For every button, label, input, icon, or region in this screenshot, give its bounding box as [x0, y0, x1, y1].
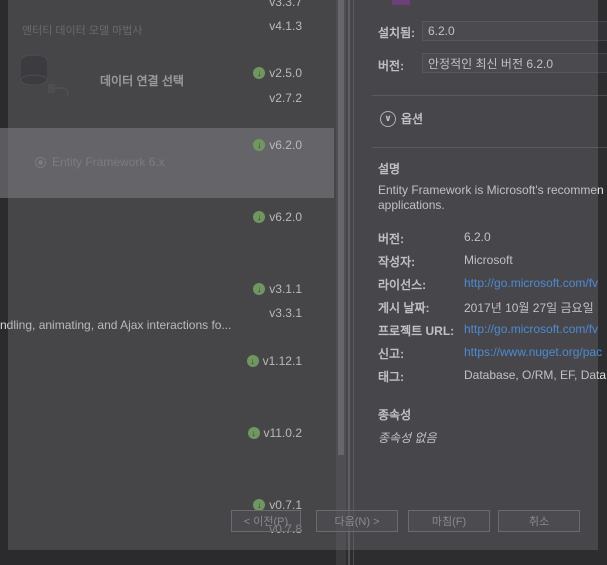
meta-tags-value: Database, O/RM, EF, Data,	[464, 368, 607, 382]
version-text: v3.3.1	[269, 306, 302, 320]
installed-version-field: 6.2.0	[422, 21, 607, 41]
divider	[353, 0, 354, 565]
download-icon: ↓	[247, 427, 260, 439]
chevron-down-icon: ∨	[380, 110, 396, 127]
meta-version-label: 버전:	[378, 232, 405, 246]
package-version-row[interactable]: v2.7.2	[0, 91, 302, 107]
meta-author-label: 작성자:	[378, 255, 416, 269]
options-label: 옵션	[401, 112, 424, 126]
description-line: Entity Framework is Microsoft's recommen	[378, 183, 604, 197]
meta-author-value: Microsoft	[464, 253, 513, 267]
options-expander[interactable]: ∨ 옵션	[380, 110, 423, 127]
version-text: v6.2.0	[269, 210, 302, 224]
report-link[interactable]: https://www.nuget.org/pac	[464, 345, 602, 359]
version-text: v4.1.3	[269, 19, 302, 33]
description-line: applications.	[378, 198, 445, 212]
meta-report-label: 신고:	[378, 347, 405, 361]
scrollbar-thumb[interactable]	[338, 0, 344, 455]
version-label: 버전:	[378, 59, 405, 73]
package-version-row[interactable]: ↓ v6.2.0	[0, 138, 302, 154]
package-version-row[interactable]: ↓ v0.7.1	[0, 498, 302, 514]
package-version-row[interactable]: ↓ v2.5.0	[0, 66, 302, 82]
download-icon: ↓	[246, 355, 259, 367]
project-url-link[interactable]: http://go.microsoft.com/fv	[464, 322, 598, 336]
package-description: ndling, animating, and Ajax interactions…	[0, 318, 232, 332]
meta-tags-label: 태그:	[378, 370, 405, 384]
package-version-row[interactable]: ↓ v1.12.1	[0, 354, 302, 370]
package-version-row[interactable]: ↓ v11.0.2	[0, 426, 302, 442]
package-version-row[interactable]: ↓ v3.1.1	[0, 282, 302, 298]
package-version-row[interactable]: v4.1.3	[0, 19, 302, 35]
download-icon: ↓	[253, 67, 266, 79]
meta-project-label: 프로젝트 URL:	[378, 324, 455, 338]
license-link[interactable]: http://go.microsoft.com/fv	[464, 276, 598, 290]
package-version-row[interactable]: v3.3.7	[0, 0, 302, 11]
installed-label: 설치됨:	[378, 26, 416, 40]
version-text: v6.2.0	[269, 138, 302, 152]
download-icon: ↓	[253, 499, 266, 511]
version-text: v1.12.1	[262, 354, 302, 368]
package-version-row[interactable]: ↓ v6.2.0	[0, 210, 302, 226]
dependencies-title: 종속성	[378, 408, 412, 422]
description-text: Entity Framework is Microsoft's recommen…	[378, 183, 607, 213]
version-text: v0.7.1	[269, 498, 302, 512]
download-icon: ↓	[253, 283, 266, 295]
version-text: v3.1.1	[269, 282, 302, 296]
meta-license-label: 라이선스:	[378, 278, 427, 292]
download-icon: ↓	[253, 139, 266, 151]
package-icon	[392, 0, 410, 5]
dependencies-none: 종속성 없음	[378, 431, 437, 445]
version-text: v3.3.7	[269, 0, 302, 9]
description-title: 설명	[378, 162, 401, 176]
divider	[372, 95, 607, 96]
version-text: v11.0.2	[263, 426, 302, 440]
divider	[372, 147, 607, 148]
package-version-row[interactable]: v0.7.8	[0, 522, 302, 538]
panel-splitter[interactable]	[348, 0, 350, 565]
meta-version-value: 6.2.0	[464, 230, 491, 244]
download-icon: ↓	[253, 211, 266, 223]
package-list-panel: v3.3.7 v4.1.3 ↓ v2.5.0 v2.7.2 ↓ v6.2.0 ↓ v6…	[0, 0, 347, 565]
meta-date-label: 게시 날짜:	[378, 301, 430, 315]
version-text: v2.5.0	[269, 66, 302, 80]
version-select[interactable]: 안정적인 최신 버전 6.2.0	[422, 53, 607, 73]
meta-date-value: 2017년 10월 27일 금요일	[464, 301, 594, 315]
version-text: v2.7.2	[269, 91, 302, 105]
version-text: v0.7.8	[269, 522, 302, 536]
